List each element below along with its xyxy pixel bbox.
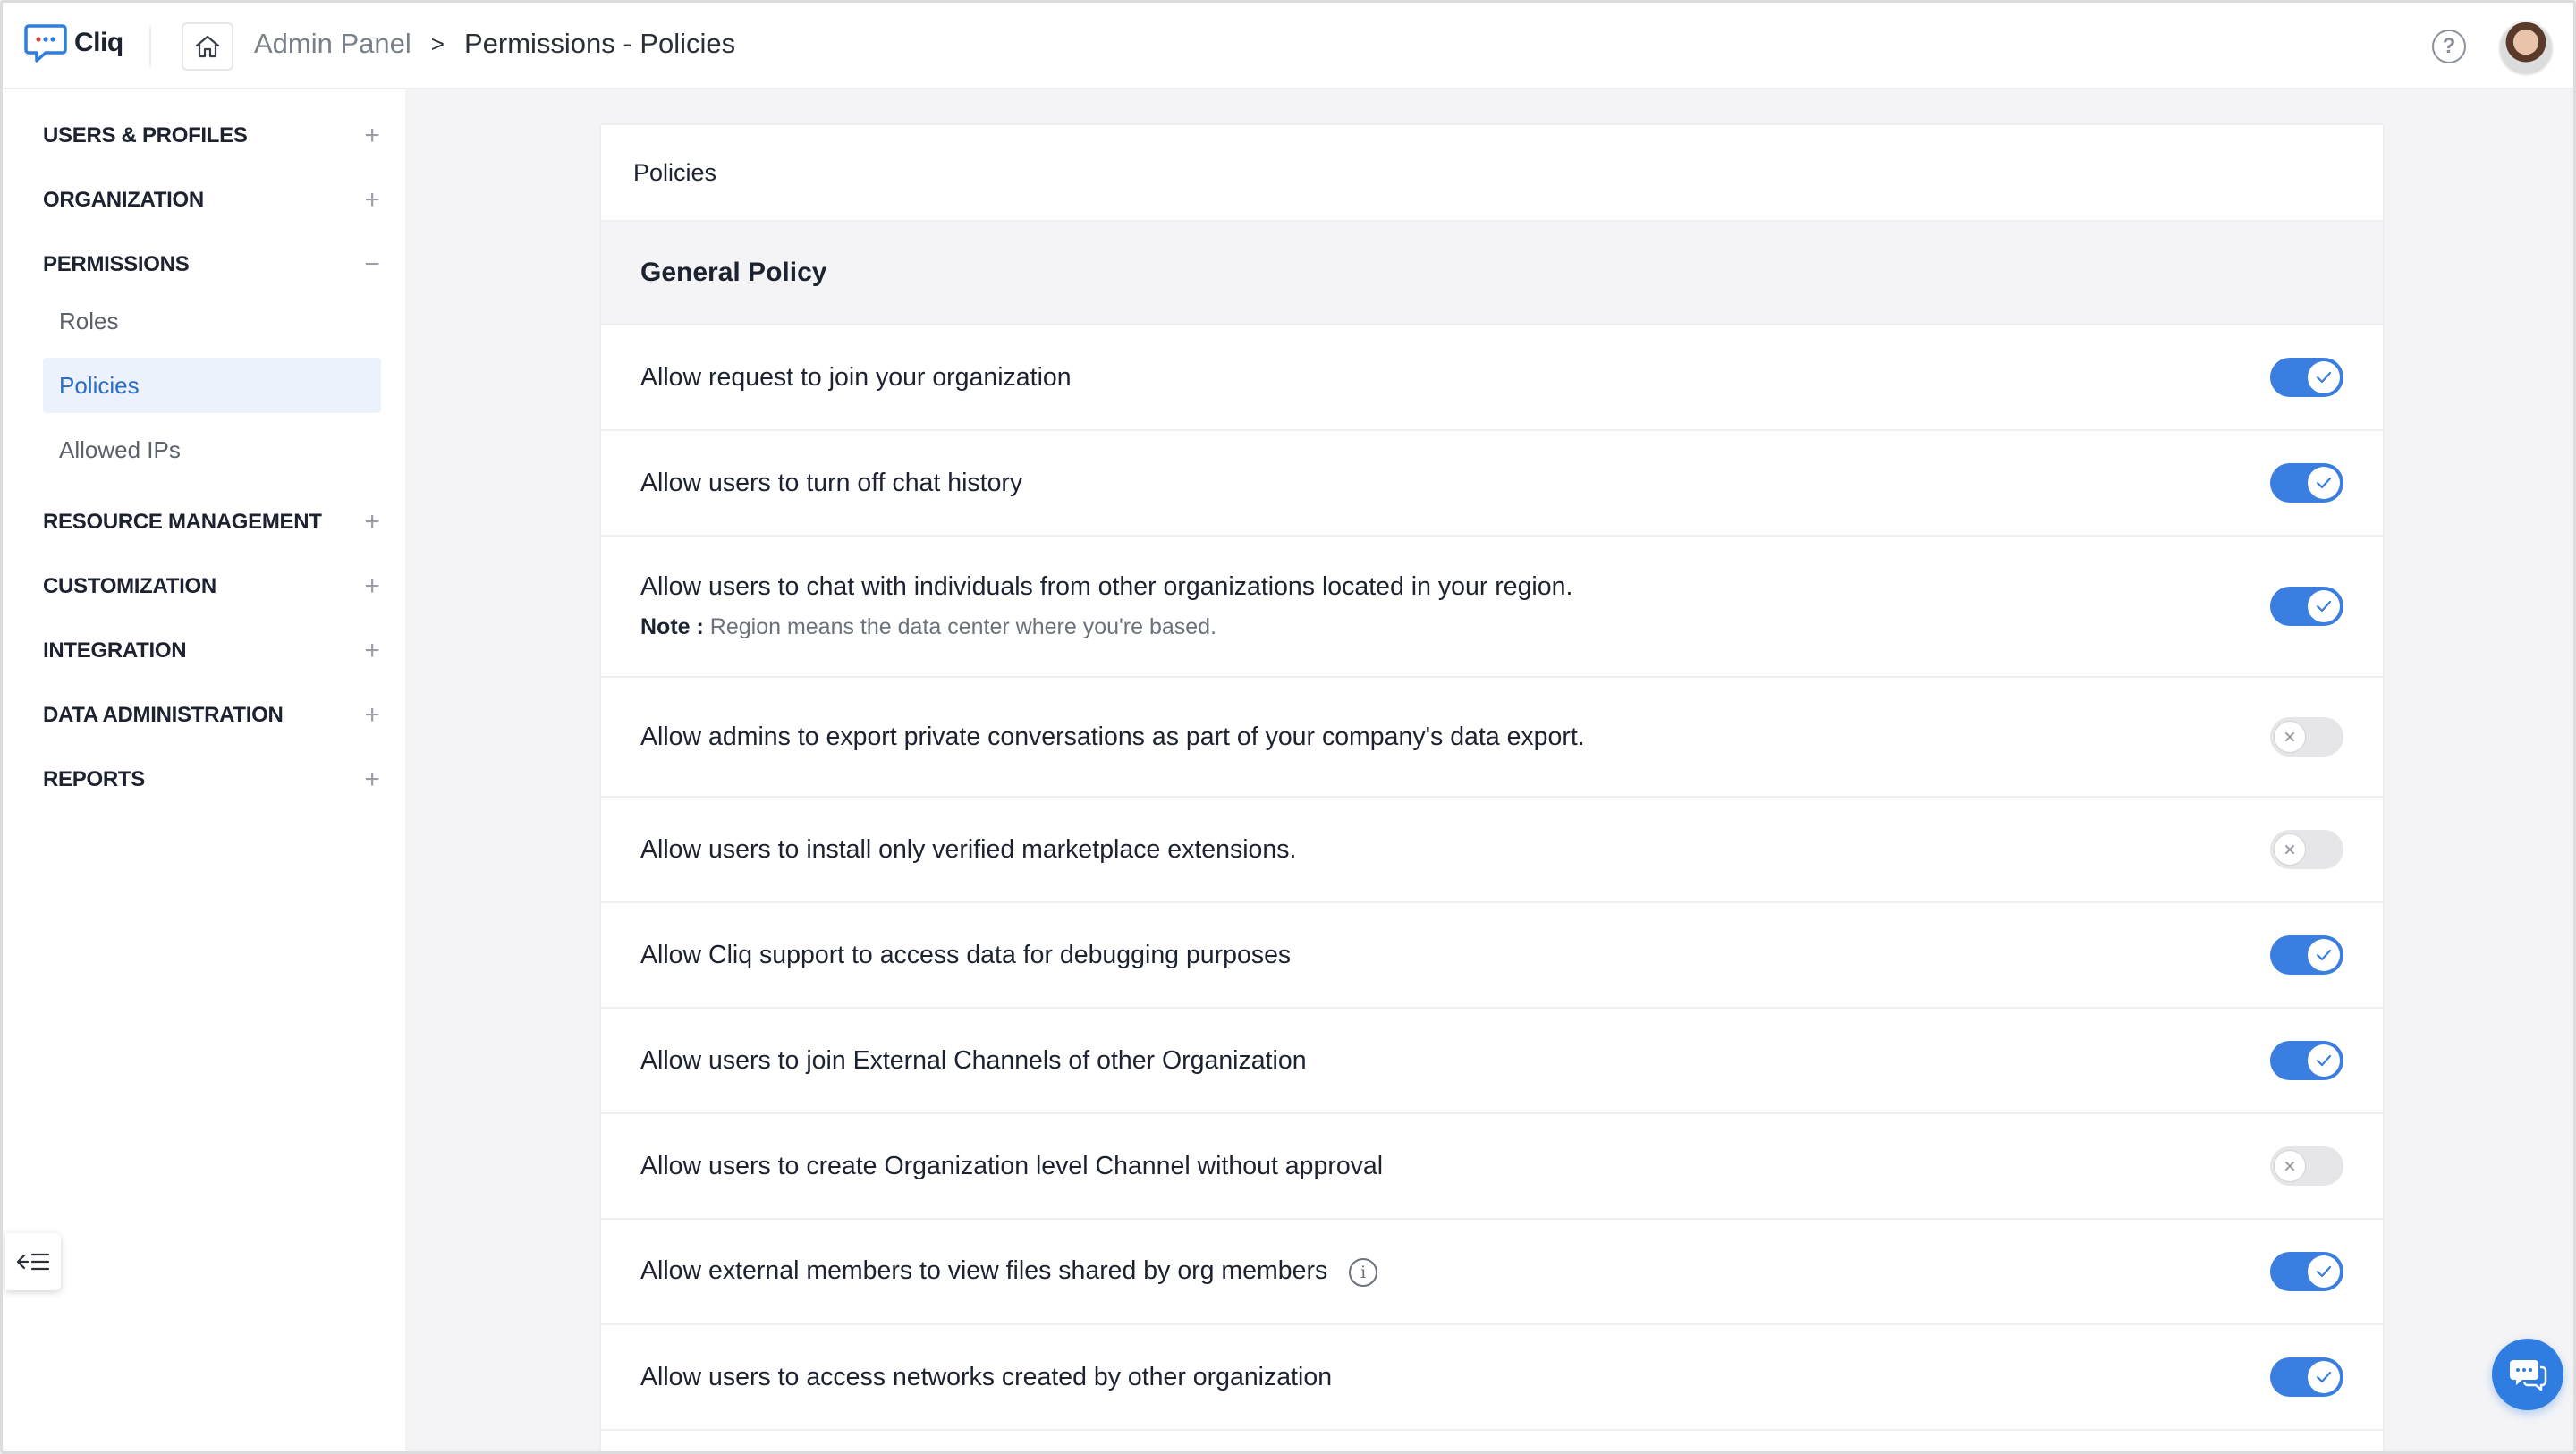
app-name: Cliq [74, 28, 123, 57]
help-icon[interactable]: ? [2432, 30, 2466, 63]
note-text: Region means the data center where you'r… [709, 614, 1217, 639]
policy-row-export-private: Allow admins to export private conversat… [601, 678, 2383, 798]
breadcrumb-current: Permissions - Policies [463, 28, 736, 59]
sidebar-section-reports[interactable]: REPORTS + [43, 762, 383, 798]
check-icon [2308, 1044, 2340, 1077]
sidebar-item-allowed-ips[interactable]: Allowed IPs [43, 422, 381, 478]
expand-icon[interactable]: + [361, 636, 383, 666]
policy-toggle[interactable] [2270, 1041, 2343, 1080]
sidebar-section-integration[interactable]: INTEGRATION + [43, 633, 383, 669]
check-icon [2308, 467, 2340, 499]
check-icon [2308, 939, 2340, 971]
policy-toggle[interactable] [2270, 358, 2343, 397]
close-icon [2274, 833, 2306, 866]
policy-row-support-debugging: Allow Cliq support to access data for de… [601, 903, 2383, 1009]
sidebar-item-label: Allowed IPs [59, 435, 181, 463]
chat-button[interactable] [2492, 1339, 2563, 1410]
policy-row-chat-history: Allow users to turn off chat history [601, 431, 2383, 537]
check-icon [2308, 1255, 2340, 1288]
collapse-sidebar-button[interactable] [5, 1233, 61, 1290]
home-icon [195, 35, 220, 58]
expand-icon[interactable]: + [361, 571, 383, 602]
breadcrumb-separator: > [430, 30, 445, 57]
policy-label: Allow users to access networks created b… [640, 1362, 1333, 1391]
breadcrumb-admin-panel[interactable]: Admin Panel [254, 28, 411, 60]
policy-label-text: Allow external members to view files sha… [640, 1256, 1328, 1286]
policies-card: Policies General Policy Allow request to… [599, 123, 2385, 1451]
policy-label: Allow external members to view files sha… [640, 1256, 1378, 1287]
home-button[interactable] [182, 22, 233, 71]
policy-label: Allow users to create Organization level… [640, 1151, 1384, 1180]
section-title: General Policy [601, 222, 2383, 325]
policy-label: Allow users to chat with individuals fro… [640, 572, 1573, 601]
sidebar-section-label: PERMISSIONS [43, 252, 190, 276]
note-label: Note : [640, 614, 704, 639]
sidebar-section-permissions[interactable]: PERMISSIONS − [43, 247, 383, 283]
policy-toggle[interactable] [2270, 935, 2343, 975]
app-window: Cliq Admin Panel > Permissions - Policie… [0, 0, 2576, 1454]
sidebar-section-users-profiles[interactable]: USERS & PROFILES + [43, 118, 383, 154]
info-icon[interactable]: i [1349, 1257, 1378, 1287]
policy-toggle[interactable] [2270, 830, 2343, 869]
sidebar: USERS & PROFILES + ORGANIZATION + PERMIS… [3, 89, 405, 1451]
expand-icon[interactable]: + [361, 185, 383, 216]
policy-label: Allow users to join External Channels of… [640, 1045, 1307, 1075]
collapse-sidebar-icon [16, 1253, 50, 1271]
policy-label: Allow users to turn off chat history [640, 468, 1023, 497]
policy-label: Allow request to join your organization [640, 362, 1072, 392]
top-header: Cliq Admin Panel > Permissions - Policie… [3, 3, 2573, 89]
breadcrumb: Admin Panel > Permissions - Policies [254, 28, 735, 60]
expand-icon[interactable]: + [361, 700, 383, 731]
policy-row-regional-chat: Allow users to chat with individuals fro… [601, 537, 2383, 678]
sidebar-item-label: Policies [59, 371, 140, 399]
sidebar-item-label: Roles [59, 307, 119, 334]
avatar[interactable] [2498, 21, 2554, 76]
header-divider [149, 26, 151, 67]
expand-icon[interactable]: + [361, 765, 383, 795]
policy-toggle[interactable] [2270, 1252, 2343, 1291]
sidebar-section-label: USERS & PROFILES [43, 123, 248, 148]
policy-row-org-channel: Allow users to create Organization level… [601, 1114, 2383, 1220]
chat-icon [2510, 1360, 2547, 1391]
sidebar-section-label: CUSTOMIZATION [43, 574, 216, 598]
policy-note: Note : Region means the data center wher… [640, 614, 1572, 640]
policy-row-verified-extensions: Allow users to install only verified mar… [601, 798, 2383, 903]
collapse-icon[interactable]: − [361, 249, 383, 280]
check-icon [2308, 590, 2340, 622]
app-logo[interactable]: Cliq [24, 22, 123, 63]
policy-label: Allow users to install only verified mar… [640, 834, 1297, 864]
policy-row-external-files: Allow external members to view files sha… [601, 1220, 2383, 1325]
expand-icon[interactable]: + [361, 507, 383, 537]
policy-row-join-request: Allow request to join your organization [601, 325, 2383, 431]
policy-toggle[interactable] [2270, 1357, 2343, 1397]
check-icon [2308, 361, 2340, 393]
sidebar-section-label: INTEGRATION [43, 638, 187, 663]
sidebar-section-resource-management[interactable]: RESOURCE MANAGEMENT + [43, 504, 383, 540]
policy-label: Allow admins to export private conversat… [640, 722, 1585, 751]
policy-toggle[interactable] [2270, 1146, 2343, 1186]
policy-toggle[interactable] [2270, 587, 2343, 626]
sidebar-section-label: ORGANIZATION [43, 188, 204, 212]
policy-toggle[interactable] [2270, 717, 2343, 757]
policy-row-external-channels: Allow users to join External Channels of… [601, 1009, 2383, 1114]
check-icon [2308, 1361, 2340, 1393]
sidebar-section-customization[interactable]: CUSTOMIZATION + [43, 569, 383, 604]
sidebar-section-organization[interactable]: ORGANIZATION + [43, 182, 383, 218]
sidebar-section-data-administration[interactable]: DATA ADMINISTRATION + [43, 697, 383, 733]
sidebar-section-label: REPORTS [43, 767, 145, 791]
close-icon [2274, 1150, 2306, 1182]
policy-row-networks: Allow users to access networks created b… [601, 1325, 2383, 1431]
sidebar-section-label: RESOURCE MANAGEMENT [43, 510, 322, 534]
cliq-logo-icon [24, 22, 67, 63]
sidebar-item-policies[interactable]: Policies [43, 358, 381, 413]
sidebar-section-label: DATA ADMINISTRATION [43, 703, 284, 727]
policy-toggle[interactable] [2270, 463, 2343, 503]
sidebar-item-roles[interactable]: Roles [43, 293, 381, 349]
close-icon [2274, 721, 2306, 753]
card-title: Policies [601, 125, 2383, 222]
policy-label: Allow Cliq support to access data for de… [640, 940, 1292, 969]
expand-icon[interactable]: + [361, 121, 383, 151]
